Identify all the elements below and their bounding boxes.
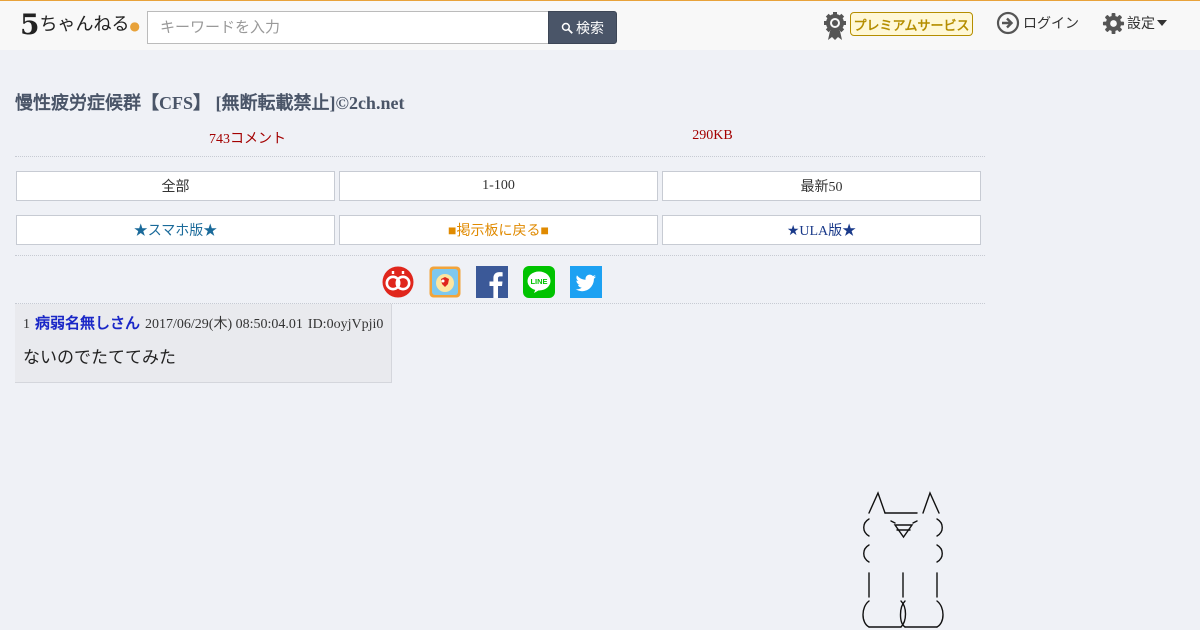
post-date: 2017/06/29(木) 08:50:04.01 — [145, 317, 303, 332]
ascii-cat-art — [862, 491, 944, 628]
thread-size: 290KB — [692, 128, 733, 143]
thread-title: 慢性疲労症候群【CFS】 [無断転載禁止]©2ch.net — [15, 93, 405, 113]
line-icon[interactable]: LINE — [523, 266, 555, 298]
login-label: ログイン — [1023, 15, 1079, 31]
search-button[interactable]: 検索 — [548, 11, 617, 44]
post-body: ないのでたててみた — [23, 348, 176, 367]
premium-service-button[interactable]: プレミアムサービス — [850, 12, 973, 36]
nav-latest50-button[interactable]: 最新50 — [662, 171, 981, 201]
back-to-board-button[interactable]: ■掲示板に戻る■ — [339, 215, 658, 245]
post-number[interactable]: 1 — [23, 317, 30, 333]
nav-all-button[interactable]: 全部 — [16, 171, 335, 201]
search-button-label: 検索 — [576, 19, 604, 36]
thread-meta: 743コメント 290KB — [15, 127, 985, 157]
app-icon[interactable] — [429, 266, 461, 298]
thread-nav-row: 全部 1-100 最新50 — [15, 171, 985, 201]
smartphone-version-button[interactable]: ★スマホ版★ — [16, 215, 335, 245]
header-bar: 5ちゃんねる● 検索 プレミアムサービス ログイン — [0, 0, 1200, 50]
post-1: 1 病弱名無しさん 2017/06/29(木) 08:50:04.01 ID:0… — [15, 304, 392, 383]
post-id[interactable]: ID:0oyjVpji0 — [308, 317, 383, 333]
comment-count: 743コメント — [209, 132, 286, 147]
facebook-icon[interactable] — [476, 266, 508, 298]
svg-text:LINE: LINE — [530, 277, 547, 286]
twitter-icon[interactable] — [570, 266, 602, 298]
settings-label: 設定 — [1127, 15, 1155, 31]
chevron-down-icon — [1157, 20, 1167, 26]
board-nav-row: ★スマホ版★ ■掲示板に戻る■ ★ULA版★ — [15, 215, 985, 245]
ula-version-button[interactable]: ★ULA版★ — [662, 215, 981, 245]
share-buttons: LINE — [382, 266, 602, 298]
nav-1-100-button[interactable]: 1-100 — [339, 171, 658, 201]
login-icon — [996, 11, 1020, 35]
premium-badge-icon — [824, 12, 846, 40]
search-icon — [561, 22, 573, 34]
gear-icon — [1102, 12, 1125, 34]
login-link[interactable]: ログイン — [996, 10, 1079, 36]
site-logo[interactable]: 5ちゃんねる● — [20, 10, 140, 42]
post-author[interactable]: 病弱名無しさん — [35, 312, 140, 333]
settings-menu[interactable]: 設定 — [1102, 10, 1167, 36]
sumaho-99-icon[interactable] — [382, 266, 414, 298]
search-input[interactable] — [147, 11, 549, 44]
divider — [15, 255, 985, 256]
post-header: 1 病弱名無しさん 2017/06/29(木) 08:50:04.01 ID:0… — [23, 312, 383, 333]
